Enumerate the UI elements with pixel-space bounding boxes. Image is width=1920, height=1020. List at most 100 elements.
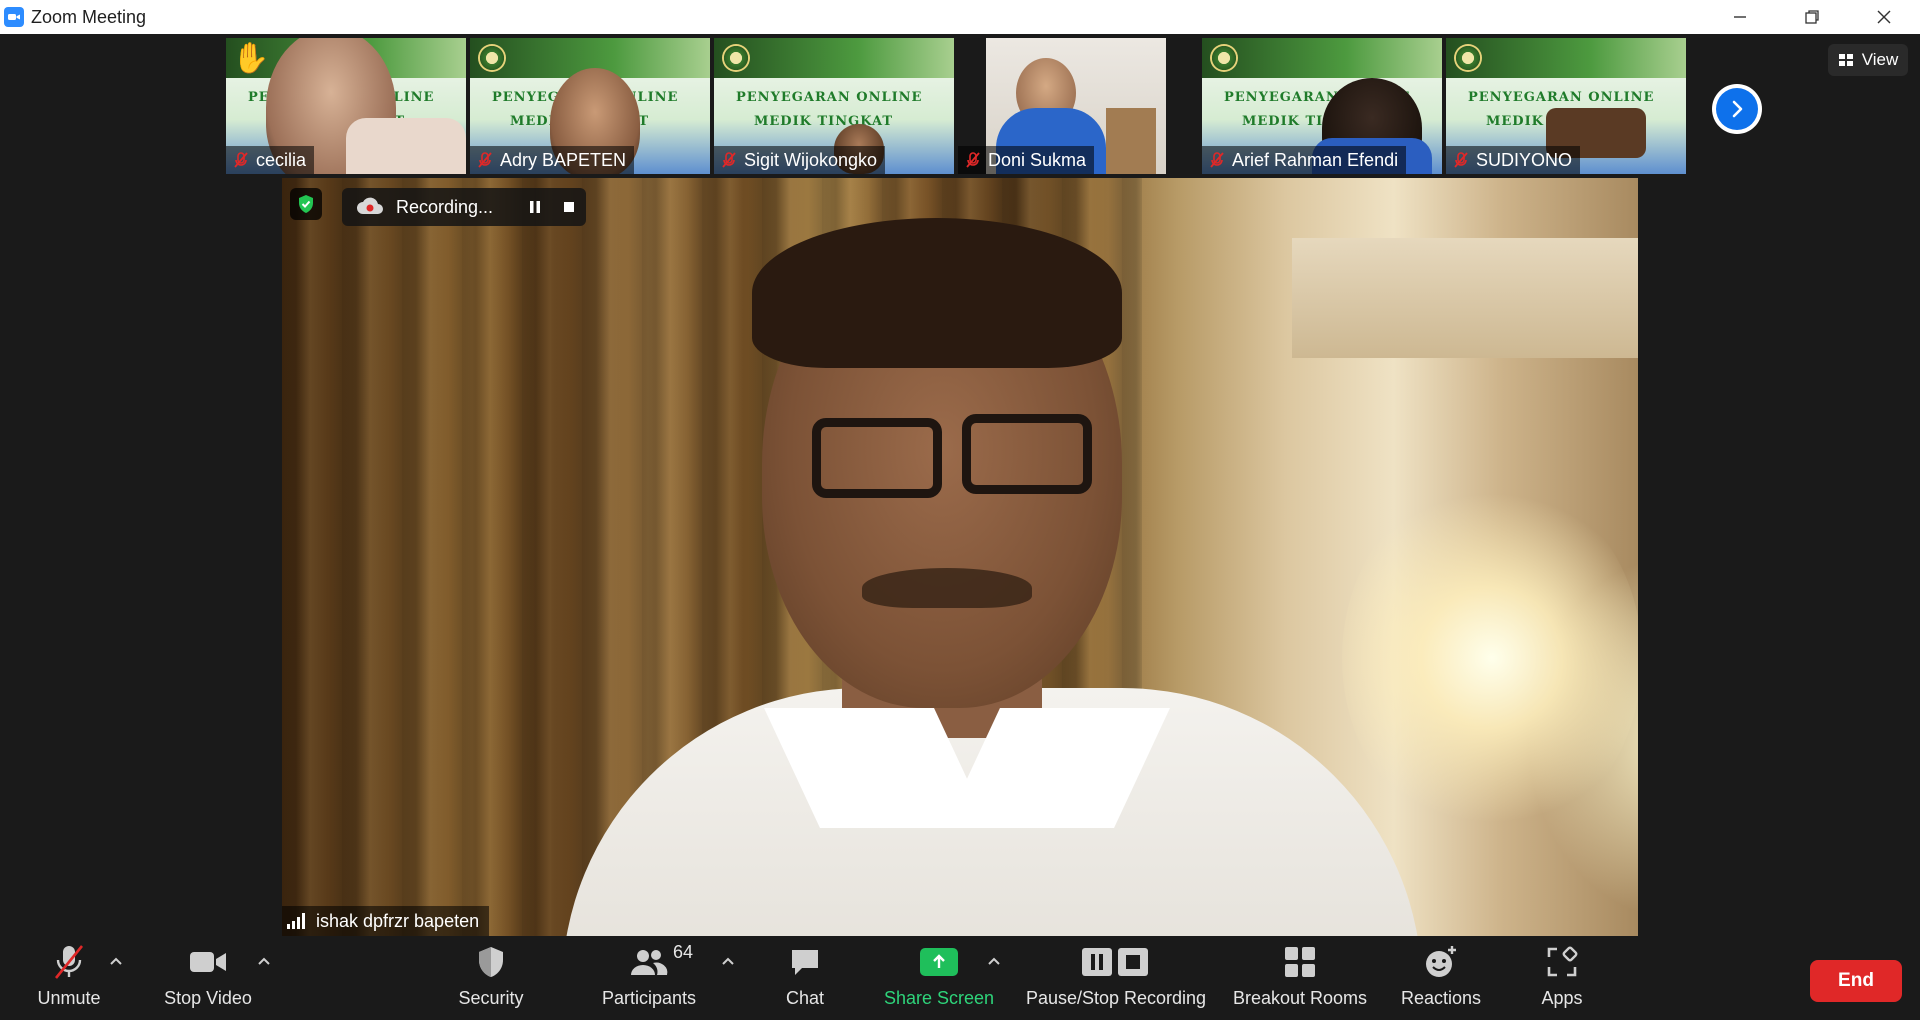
participant-name: Sigit Wijokongko bbox=[744, 149, 878, 170]
pause-stop-recording-button[interactable]: Pause/Stop Recording bbox=[1024, 942, 1208, 1016]
security-button[interactable]: Security bbox=[448, 942, 534, 1016]
speaker-name: ishak dpfrzr bapeten bbox=[316, 910, 480, 931]
chat-button[interactable]: Chat bbox=[782, 942, 828, 1016]
meeting-stage: PENYEGARAN ONLINE MEDIK TINGKAT ✋ cecili… bbox=[0, 34, 1920, 936]
breakout-rooms-button[interactable]: Breakout Rooms bbox=[1230, 942, 1370, 1016]
raise-hand-icon: ✋ bbox=[232, 42, 270, 75]
participant-thumbnail[interactable]: PENYEGARAN ONLINE MEDIK TINGKAT ✋ cecili… bbox=[226, 38, 466, 174]
unmute-label: Unmute bbox=[37, 988, 101, 1008]
speaker-figure bbox=[562, 218, 1422, 936]
pause-stop-recording-icon bbox=[1082, 948, 1148, 976]
apps-label: Apps bbox=[1541, 988, 1583, 1008]
slide-logo bbox=[1454, 44, 1482, 72]
muted-mic-icon bbox=[1454, 152, 1468, 168]
participant-thumbnail[interactable]: PENYEGARAN ONLINE MEDIK TINGKAT Sigit Wi… bbox=[714, 38, 954, 174]
video-background bbox=[1292, 238, 1638, 358]
slide-logo bbox=[478, 44, 506, 72]
participant-thumbnail[interactable]: PENYEGARAN ONLINE MEDIK TINGKAT SUDIYONO bbox=[1446, 38, 1686, 174]
participant-name: Arief Rahman Efendi bbox=[1232, 149, 1399, 170]
speaker-name-tag: ishak dpfrzr bapeten bbox=[282, 906, 490, 936]
slide-title-line1: PENYEGARAN ONLINE bbox=[1468, 90, 1655, 105]
meeting-toolbar: Unmute Stop Video Security Participants … bbox=[0, 936, 1920, 1020]
participant-name: Doni Sukma bbox=[988, 149, 1087, 170]
restore-icon bbox=[1805, 10, 1819, 24]
minimize-button[interactable] bbox=[1704, 0, 1776, 34]
share-screen-button[interactable]: Share Screen bbox=[884, 942, 994, 1016]
slide-header bbox=[1202, 38, 1442, 78]
participant-name: Adry BAPETEN bbox=[500, 149, 627, 170]
stop-icon bbox=[564, 202, 574, 212]
participant-name: cecilia bbox=[256, 149, 307, 170]
slide-header bbox=[714, 38, 954, 78]
stop-video-button[interactable]: Stop Video bbox=[156, 942, 260, 1016]
stop-recording-button[interactable] bbox=[552, 190, 586, 224]
chevron-right-icon bbox=[1716, 88, 1758, 130]
chat-bubble-icon bbox=[792, 950, 818, 975]
slide-logo bbox=[722, 44, 750, 72]
slide-logo bbox=[1210, 44, 1238, 72]
end-meeting-button[interactable]: End bbox=[1810, 960, 1902, 1002]
video-options-caret-icon[interactable] bbox=[256, 954, 272, 970]
muted-mic-icon bbox=[478, 152, 492, 168]
participant-name-tag: Doni Sukma bbox=[958, 146, 1095, 174]
participant-name-tag: Adry BAPETEN bbox=[470, 146, 635, 174]
cloud-recording-icon bbox=[357, 197, 383, 214]
signal-strength-icon bbox=[287, 913, 305, 929]
window-controls bbox=[1704, 0, 1920, 34]
share-screen-icon bbox=[920, 948, 958, 976]
slide-header bbox=[1446, 38, 1686, 78]
audio-options-caret-icon[interactable] bbox=[108, 954, 124, 970]
participant-video bbox=[346, 118, 466, 174]
reactions-label: Reactions bbox=[1400, 988, 1482, 1008]
participant-name: SUDIYONO bbox=[1476, 149, 1573, 170]
shield-icon bbox=[479, 947, 503, 977]
muted-microphone-icon bbox=[54, 945, 84, 979]
minimize-icon bbox=[1734, 16, 1746, 18]
pause-recording-button[interactable] bbox=[518, 190, 552, 224]
share-options-caret-icon[interactable] bbox=[986, 954, 1002, 970]
participant-name-tag: Sigit Wijokongko bbox=[714, 146, 886, 174]
stop-video-label: Stop Video bbox=[164, 988, 252, 1008]
active-speaker-video[interactable]: Recording... ishak dpfrzr bapeten bbox=[282, 178, 1638, 936]
slide-title-line1: PENYEGARAN ONLINE bbox=[736, 90, 923, 105]
title-bar: Zoom Meeting bbox=[0, 0, 1920, 34]
muted-mic-icon bbox=[722, 152, 736, 168]
encryption-shield-icon[interactable] bbox=[290, 188, 322, 220]
window-title: Zoom Meeting bbox=[31, 6, 147, 27]
breakout-rooms-icon bbox=[1285, 947, 1315, 977]
pause-icon bbox=[530, 201, 540, 213]
zoom-app-icon bbox=[4, 7, 24, 27]
recording-label: Recording... bbox=[396, 196, 494, 217]
participant-thumbnail-strip: PENYEGARAN ONLINE MEDIK TINGKAT ✋ cecili… bbox=[226, 38, 1686, 174]
muted-mic-icon bbox=[1210, 152, 1224, 168]
participants-label: Participants bbox=[601, 988, 697, 1008]
participant-name-tag: cecilia bbox=[226, 146, 315, 174]
breakout-rooms-label: Breakout Rooms bbox=[1232, 988, 1368, 1008]
close-button[interactable] bbox=[1848, 0, 1920, 34]
participant-name-tag: Arief Rahman Efendi bbox=[1202, 146, 1407, 174]
video-camera-icon bbox=[190, 952, 226, 972]
chat-label: Chat bbox=[785, 988, 825, 1008]
pause-stop-recording-label: Pause/Stop Recording bbox=[1025, 988, 1207, 1008]
participant-thumbnail[interactable]: PENYEGARAN ONLINE MEDIK TINGKAT Arief Ra… bbox=[1202, 38, 1442, 174]
next-page-button[interactable] bbox=[1712, 84, 1762, 134]
reactions-smiley-icon bbox=[1426, 946, 1456, 977]
participants-count: 64 bbox=[673, 942, 694, 962]
apps-icon bbox=[1547, 946, 1578, 977]
view-button[interactable]: View bbox=[1828, 44, 1908, 76]
share-screen-label: Share Screen bbox=[883, 988, 995, 1008]
muted-mic-icon bbox=[966, 152, 980, 168]
unmute-button[interactable]: Unmute bbox=[28, 942, 110, 1016]
participant-thumbnail[interactable]: Doni Sukma bbox=[958, 38, 1198, 174]
reactions-button[interactable]: Reactions bbox=[1400, 942, 1482, 1016]
video-background bbox=[1342, 478, 1638, 838]
muted-mic-icon bbox=[234, 152, 248, 168]
restore-button[interactable] bbox=[1776, 0, 1848, 34]
apps-button[interactable]: Apps bbox=[1530, 942, 1594, 1016]
recording-indicator: Recording... bbox=[342, 188, 586, 226]
participant-thumbnail[interactable]: PENYEGARAN ONLINE MEDIK TINGKAT Adry BAP… bbox=[470, 38, 710, 174]
participants-options-caret-icon[interactable] bbox=[720, 954, 736, 970]
participants-icon bbox=[631, 950, 668, 975]
participant-name-tag: SUDIYONO bbox=[1446, 146, 1581, 174]
view-label: View bbox=[1861, 50, 1899, 69]
